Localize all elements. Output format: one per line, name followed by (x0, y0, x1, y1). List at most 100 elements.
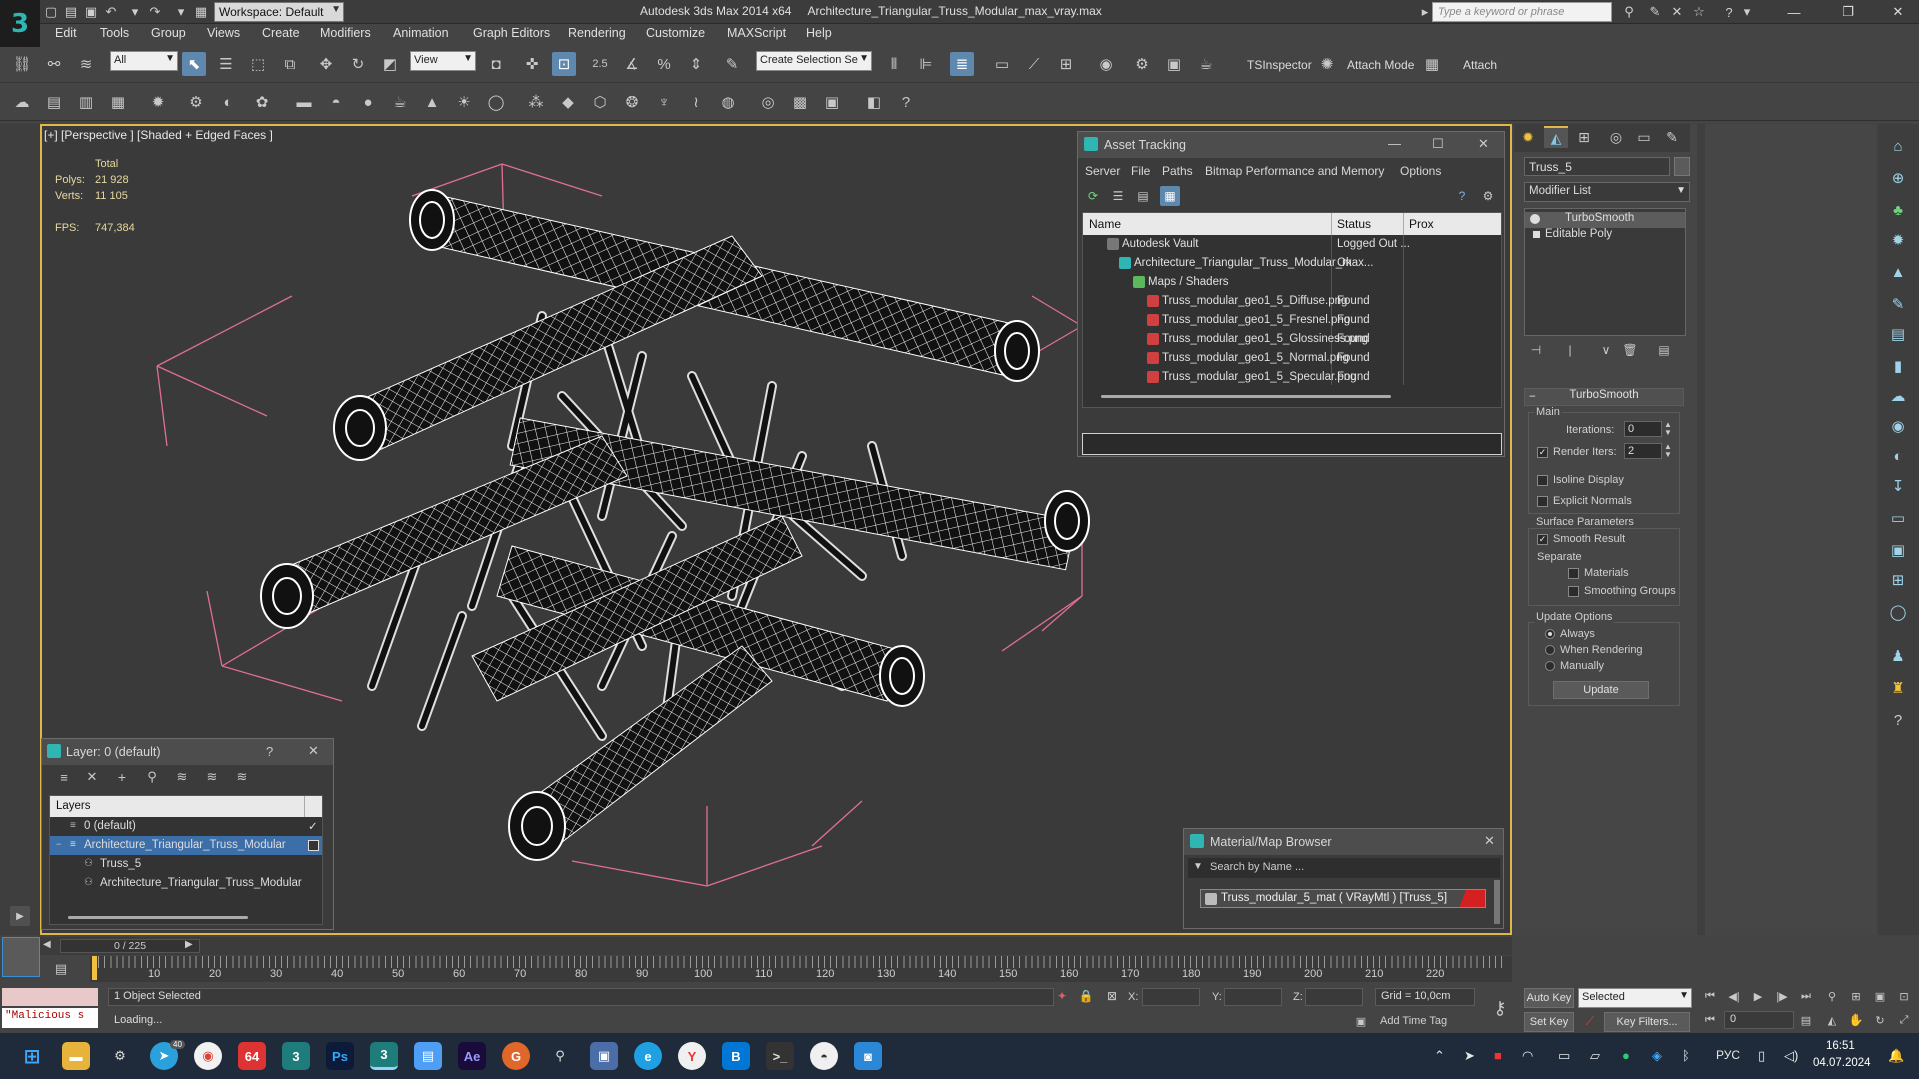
horizontal-scrollbar[interactable] (1101, 395, 1391, 398)
cloud-icon[interactable]: ☁ (1886, 384, 1910, 408)
attach-label[interactable]: Attach (1463, 58, 1497, 72)
menu-animation[interactable]: Animation (393, 26, 449, 40)
ball-icon[interactable]: ◍ (716, 90, 740, 114)
undo-dropdown-icon[interactable]: ▾ (126, 3, 144, 21)
language-indicator[interactable]: РУС (1716, 1048, 1740, 1062)
list-view-icon[interactable]: ☰ (1108, 186, 1128, 206)
undo-icon[interactable]: ↶ (102, 3, 120, 21)
menu-modifiers[interactable]: Modifiers (320, 26, 371, 40)
bluetooth-tray-icon[interactable]: ᛒ (1682, 1048, 1690, 1063)
figure-icon[interactable]: ♟ (1886, 644, 1910, 668)
laptop-tray-icon[interactable]: ▱ (1590, 1048, 1600, 1064)
pivot-center-icon[interactable]: ◘ (484, 52, 508, 76)
camera-app-icon[interactable]: ◙ (854, 1042, 882, 1070)
schematic-view-icon[interactable]: ⊞ (1054, 52, 1078, 76)
snaps-toggle-icon[interactable]: 2.5 (588, 52, 612, 76)
object-name-field[interactable]: Truss_5 (1524, 157, 1670, 176)
headset-tray-icon[interactable]: ◠ (1522, 1048, 1533, 1064)
menu-views[interactable]: Views (207, 26, 240, 40)
light-bulb-icon[interactable]: ✹ (146, 90, 170, 114)
clock-time[interactable]: 16:51 (1826, 1040, 1855, 1052)
tsinspector-label[interactable]: TSInspector (1247, 58, 1312, 72)
angle-snap-icon[interactable]: ∡ (620, 52, 644, 76)
photoshop-icon[interactable]: Ps (326, 1042, 354, 1070)
maximize-icon[interactable]: ☐ (1432, 136, 1444, 152)
exchange-icon[interactable]: ✕ (1668, 3, 1686, 21)
bottle-icon[interactable]: ▮ (1886, 354, 1910, 378)
close-icon[interactable]: ✕ (1478, 136, 1489, 152)
file-explorer-icon[interactable]: ▬ (62, 1042, 90, 1070)
zoom-extents-icon[interactable]: ▣ (1870, 986, 1890, 1006)
go-to-end-icon[interactable]: ⏭ (1796, 986, 1816, 1006)
menu-maxscript[interactable]: MAXScript (727, 26, 786, 40)
prev-frame-icon[interactable]: ◀ (43, 939, 51, 950)
move-icon[interactable]: ✥ (314, 52, 338, 76)
terminal-icon[interactable]: >_ (766, 1042, 794, 1070)
help-icon[interactable]: ? (1720, 3, 1738, 21)
sphere-icon[interactable]: ◉ (1886, 414, 1910, 438)
3dsmax-active-icon[interactable]: 3 (370, 1042, 398, 1070)
edge-icon[interactable]: e (634, 1042, 662, 1070)
asset-menu-bitmap-performance[interactable]: Bitmap Performance and Memory (1205, 164, 1384, 178)
clock-date[interactable]: 04.07.2024 (1813, 1057, 1871, 1069)
frame-buffer-icon[interactable]: ▩ (788, 90, 812, 114)
tree-icon[interactable]: ♣ (1886, 198, 1910, 222)
column-divider[interactable] (1403, 213, 1404, 235)
table-row[interactable]: Truss_modular_geo1_5_Diffuse.png Found (1083, 293, 1501, 312)
material-editor-icon[interactable]: ◉ (1094, 52, 1118, 76)
yandex-icon[interactable]: Y (678, 1042, 706, 1070)
rectangular-selection-icon[interactable]: ⬚ (246, 52, 270, 76)
table-row[interactable]: Autodesk Vault Logged Out ... (1083, 236, 1501, 255)
maximize-viewport-icon[interactable]: ⤢ (1894, 1010, 1914, 1030)
green-tray-icon[interactable]: ● (1622, 1048, 1630, 1063)
after-effects-icon[interactable]: Ae (458, 1042, 486, 1070)
iterations-spinner[interactable]: 0 (1624, 421, 1662, 437)
set-keys-icon[interactable]: ⟋ (1580, 1011, 1600, 1031)
checker-icon[interactable]: ▦ (1420, 52, 1444, 76)
explicit-normals-checkbox[interactable] (1537, 496, 1548, 507)
3dsmax-icon[interactable]: 3 (282, 1042, 310, 1070)
people-icon[interactable]: ♜ (1886, 676, 1910, 700)
isoline-display-checkbox[interactable] (1537, 475, 1548, 486)
show-end-result-icon[interactable]: | (1560, 341, 1580, 359)
animation-icon[interactable]: ⚙ (184, 90, 208, 114)
key-mode-toggle-icon[interactable]: ⏮ (1700, 1010, 1720, 1030)
smooth-result-checkbox[interactable]: ✓ (1537, 534, 1548, 545)
material-scrollbar[interactable] (1494, 880, 1500, 924)
tray-chevron-icon[interactable]: ⌃ (1434, 1048, 1445, 1064)
close-icon[interactable]: ✕ (308, 743, 319, 759)
turbosmooth-rollout[interactable]: − TurboSmooth (1524, 388, 1684, 406)
highlight-layer-icon[interactable]: ≋ (172, 767, 192, 787)
minimize-icon[interactable]: — (1776, 2, 1812, 22)
layer-window-header[interactable]: Layer: 0 (default) ? ✕ (42, 739, 333, 765)
windows-start-icon[interactable]: ⊞ (18, 1042, 46, 1070)
render-frame-icon[interactable]: ▣ (1886, 538, 1910, 562)
blue-app-icon[interactable]: B (722, 1042, 750, 1070)
asset-settings-icon[interactable]: ⚙ (1478, 186, 1498, 206)
display-tray-icon[interactable]: ▭ (1558, 1048, 1570, 1064)
align-icon[interactable]: ⊫ (914, 52, 938, 76)
paint-icon[interactable]: ✎ (1886, 292, 1910, 316)
red-tray-icon[interactable]: ■ (1494, 1048, 1502, 1063)
render-elements-icon[interactable]: ◧ (862, 90, 886, 114)
selection-filter-dropdown[interactable]: All ▼ (110, 51, 178, 71)
table-view-icon[interactable]: ▦ (1160, 186, 1180, 206)
column-divider[interactable] (1331, 213, 1332, 235)
orbit-icon[interactable]: ↻ (1870, 1010, 1890, 1030)
unlink-icon[interactable]: ⚯ (42, 52, 66, 76)
save-file-icon[interactable]: ▣ (82, 3, 100, 21)
next-frame-button-icon[interactable]: |▶ (1772, 986, 1792, 1006)
auto-key-button[interactable]: Auto Key (1524, 988, 1574, 1008)
mirror-icon[interactable]: ⫴ (882, 52, 906, 76)
field-of-view-icon[interactable]: ◭ (1822, 1010, 1842, 1030)
open-file-icon[interactable]: ▤ (62, 3, 80, 21)
layer-explorer-icon[interactable]: ≣ (950, 52, 974, 76)
cone-shape-icon[interactable]: ▲ (1886, 260, 1910, 284)
add-to-layer-icon[interactable]: + (112, 767, 132, 787)
sun-icon[interactable]: ☀ (452, 90, 476, 114)
fur-icon[interactable]: ⁂ (524, 90, 548, 114)
key-mode-dropdown[interactable]: Selected ▼ (1578, 988, 1692, 1008)
proxy-icon[interactable]: ⬡ (588, 90, 612, 114)
curve-toggle-icon[interactable]: ▤ (50, 958, 72, 980)
table-row[interactable]: Truss_modular_geo1_5_Glossiness.png Foun… (1083, 331, 1501, 350)
